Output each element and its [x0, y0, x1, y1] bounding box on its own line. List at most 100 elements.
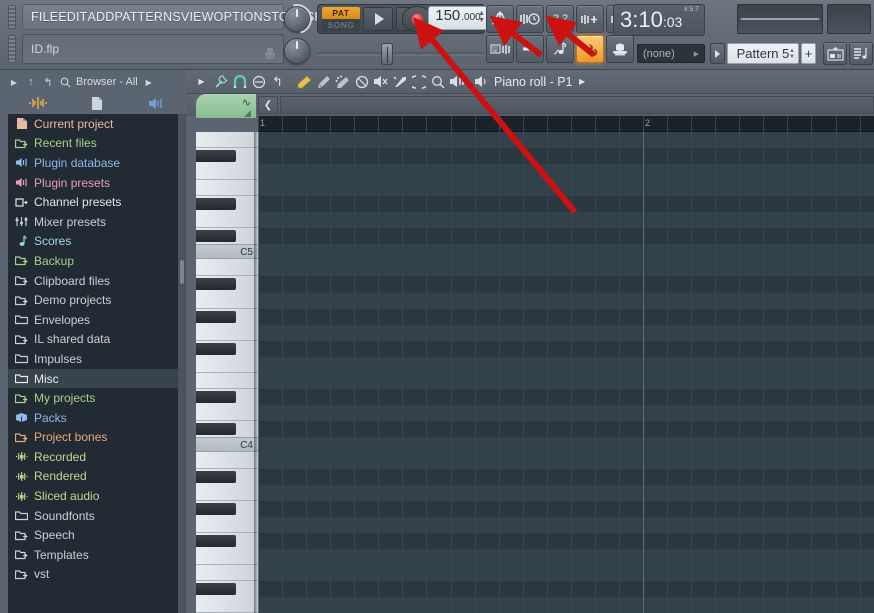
grid-row[interactable] — [258, 597, 874, 613]
piano-key-black[interactable] — [196, 198, 236, 210]
add-pattern-button[interactable]: + — [801, 43, 816, 64]
piano-key-white[interactable] — [196, 565, 258, 581]
browser-item-scores[interactable]: Scores — [8, 232, 186, 252]
chevron-right-icon[interactable]: ▶ — [573, 72, 592, 92]
piano-key-white[interactable] — [196, 212, 258, 228]
preview-icon[interactable] — [472, 72, 491, 92]
menu-drag-grip[interactable] — [8, 5, 16, 29]
menu-item-edit[interactable]: EDIT — [58, 10, 87, 24]
grid-row[interactable] — [258, 581, 874, 597]
horizontal-scrollbar[interactable] — [280, 96, 874, 114]
piano-key-c-label[interactable]: C4 — [196, 437, 258, 452]
select-icon[interactable] — [409, 72, 428, 92]
piano-key-black[interactable] — [196, 535, 236, 547]
browser-tab-samples[interactable] — [8, 93, 67, 113]
play-button[interactable] — [363, 7, 393, 31]
grid-row[interactable] — [258, 501, 874, 517]
browser-item-recorded[interactable]: Recorded — [8, 447, 186, 467]
piano-key-white[interactable] — [196, 357, 258, 373]
master-pitch-slider-track[interactable] — [316, 52, 484, 56]
grid-row[interactable] — [258, 453, 874, 469]
piano-key-black[interactable] — [196, 391, 236, 403]
piano-key-black[interactable] — [196, 423, 236, 435]
browser-item-backup[interactable]: Backup — [8, 251, 186, 271]
channel-selector-dropdown[interactable]: (none) ▶ — [637, 44, 705, 63]
grid-row[interactable] — [258, 469, 874, 485]
piano-key-white[interactable] — [196, 453, 258, 469]
grid-row[interactable] — [258, 517, 874, 533]
browser-item-soundfonts[interactable]: Soundfonts — [8, 506, 186, 526]
piano-key-white[interactable] — [196, 164, 258, 180]
piano-key-white[interactable] — [196, 517, 258, 533]
piano-key-black[interactable] — [196, 230, 236, 242]
piano-key-white[interactable] — [196, 485, 258, 501]
piano-key-c-label[interactable]: C5 — [196, 244, 258, 259]
browser-item-il-shared-data[interactable]: IL shared data — [8, 330, 186, 350]
chevron-right-icon[interactable]: ▶ — [8, 76, 20, 88]
note-properties-button[interactable] — [849, 42, 873, 65]
paint-dots-icon[interactable] — [333, 72, 352, 92]
count-in-button[interactable] — [576, 5, 604, 33]
multilink-knob-button[interactable] — [606, 35, 634, 63]
browser-item-demo-projects[interactable]: Demo projects — [8, 290, 186, 310]
project-title-field[interactable]: ID.flp — [22, 34, 284, 64]
grid-row[interactable] — [258, 293, 874, 309]
grid-row[interactable] — [258, 148, 874, 164]
piano-key-white[interactable] — [196, 549, 258, 565]
master-pitch-knob[interactable] — [284, 38, 310, 64]
menu-item-view[interactable]: VIEW — [181, 10, 214, 24]
expand-icon[interactable]: ▶ — [192, 72, 211, 92]
browser-item-plugin-database[interactable]: Plugin database — [8, 153, 186, 173]
piano-key-black[interactable] — [196, 311, 236, 323]
browser-item-mixer-presets[interactable]: Mixer presets — [8, 212, 186, 232]
piano-key-white[interactable] — [196, 260, 258, 276]
time-display[interactable]: 3:10:03 8:5:7 — [613, 4, 705, 36]
browser-item-plugin-presets[interactable]: Plugin presets — [8, 173, 186, 193]
browser-item-rendered[interactable]: Rendered — [8, 467, 186, 487]
metronome-button[interactable] — [516, 5, 544, 33]
piano-key-black[interactable] — [196, 278, 236, 290]
menu-item-options[interactable]: OPTIONS — [214, 10, 272, 24]
chevron-right-icon[interactable]: ▶ — [143, 76, 155, 88]
note-tool-button[interactable] — [546, 35, 574, 63]
menu-item-add[interactable]: ADD — [87, 10, 114, 24]
browser-item-current-project[interactable]: Current project — [8, 114, 186, 134]
browser-item-project-bones[interactable]: Project bones — [8, 428, 186, 448]
back-arrow-icon[interactable]: ↰ — [42, 76, 54, 88]
velocity-panel-handle[interactable]: ∿ — [196, 94, 256, 118]
browser-item-clipboard-files[interactable]: Clipboard files — [8, 271, 186, 291]
paint-icon[interactable] — [314, 72, 333, 92]
browser-item-sliced-audio[interactable]: Sliced audio — [8, 486, 186, 506]
grid-row[interactable] — [258, 132, 874, 148]
grid-row[interactable] — [258, 309, 874, 325]
piano-key-white[interactable] — [196, 597, 258, 613]
pitch-bend-button[interactable] — [486, 5, 514, 33]
piano-key-white[interactable] — [196, 405, 258, 421]
grid-row[interactable] — [258, 357, 874, 373]
pattern-prev-button[interactable] — [710, 43, 725, 64]
piano-key-black[interactable] — [196, 583, 236, 595]
grid-row[interactable] — [258, 373, 874, 389]
tempo-spinner-icon[interactable]: ▲▼ — [478, 10, 485, 24]
collapse-button[interactable]: ❮ — [258, 96, 278, 114]
timeline-ruler[interactable]: 12 — [258, 116, 874, 132]
grid-row[interactable] — [258, 437, 874, 453]
grid-row[interactable] — [258, 196, 874, 212]
swing-button[interactable]: 3.2 — [546, 5, 574, 33]
browser-tab-plugins[interactable] — [127, 93, 186, 113]
browser-item-packs[interactable]: Packs — [8, 408, 186, 428]
piano-key-white[interactable] — [196, 180, 258, 196]
snap-panel-button[interactable] — [823, 42, 847, 65]
grid-row[interactable] — [258, 244, 874, 260]
magnet-icon[interactable] — [230, 72, 249, 92]
grid-row[interactable] — [258, 549, 874, 565]
grid-row[interactable] — [258, 180, 874, 196]
browser-item-my-projects[interactable]: My projects — [8, 388, 186, 408]
mute-icon[interactable] — [371, 72, 390, 92]
browser-item-templates[interactable]: Templates — [8, 545, 186, 565]
browser-item-speech[interactable]: Speech — [8, 525, 186, 545]
grid-row[interactable] — [258, 565, 874, 581]
pattern-mode-label[interactable]: PAT — [322, 7, 360, 19]
browser-scrollbar[interactable] — [178, 114, 186, 613]
title-drag-grip[interactable] — [8, 35, 16, 63]
